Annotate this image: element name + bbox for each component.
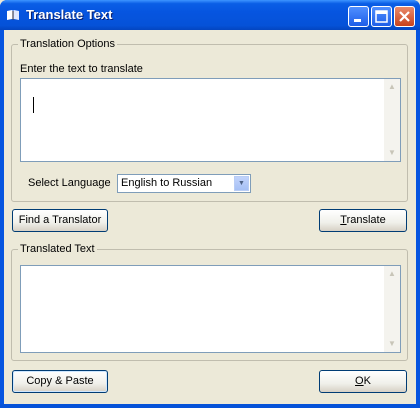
- ok-label: K: [363, 375, 371, 387]
- title-bar[interactable]: Translate Text: [0, 0, 420, 30]
- translate-window: Translate Text Translation Options Enter…: [0, 0, 420, 408]
- scroll-up-arrow-icon[interactable]: ▲: [384, 79, 400, 95]
- find-translator-label: Find a Translator: [18, 214, 102, 226]
- book-icon: [6, 8, 20, 22]
- scroll-up-arrow-icon[interactable]: ▲: [384, 266, 400, 282]
- scroll-down-arrow-icon[interactable]: ▼: [384, 336, 400, 352]
- chevron-down-icon[interactable]: ▼: [234, 176, 249, 191]
- translate-label: ranslate: [346, 214, 386, 226]
- maximize-button[interactable]: [371, 6, 392, 27]
- input-label: Enter the text to translate: [20, 63, 143, 75]
- translated-text-legend: Translated Text: [18, 243, 97, 255]
- language-label: Select Language: [28, 177, 111, 189]
- ok-button[interactable]: OK: [319, 370, 407, 393]
- copy-paste-label: Copy & Paste: [26, 375, 94, 387]
- source-text-input[interactable]: ▲ ▼: [20, 78, 401, 162]
- window-frame-bottom: [0, 404, 420, 408]
- close-icon: [399, 11, 410, 22]
- ok-accel-key: O: [355, 375, 364, 387]
- source-text-scrollbar[interactable]: ▲ ▼: [384, 79, 400, 161]
- window-frame-right: [416, 30, 420, 408]
- language-select-value: English to Russian: [121, 177, 213, 189]
- find-translator-button[interactable]: Find a Translator: [12, 209, 108, 232]
- dialog-client-area: Translation Options Enter the text to tr…: [4, 30, 416, 404]
- window-title: Translate Text: [26, 7, 113, 22]
- close-button[interactable]: [394, 6, 415, 27]
- translated-text-scrollbar[interactable]: ▲ ▼: [384, 266, 400, 352]
- minimize-button[interactable]: [348, 6, 369, 27]
- maximize-icon: [375, 10, 388, 23]
- translate-button[interactable]: Translate: [319, 209, 407, 232]
- scroll-down-arrow-icon[interactable]: ▼: [384, 145, 400, 161]
- language-select[interactable]: English to Russian ▼: [117, 174, 251, 193]
- translation-options-legend: Translation Options: [18, 38, 117, 50]
- translated-text-output[interactable]: ▲ ▼: [20, 265, 401, 353]
- copy-paste-button[interactable]: Copy & Paste: [12, 370, 108, 393]
- minimize-icon: [354, 19, 361, 22]
- text-caret: [33, 97, 34, 113]
